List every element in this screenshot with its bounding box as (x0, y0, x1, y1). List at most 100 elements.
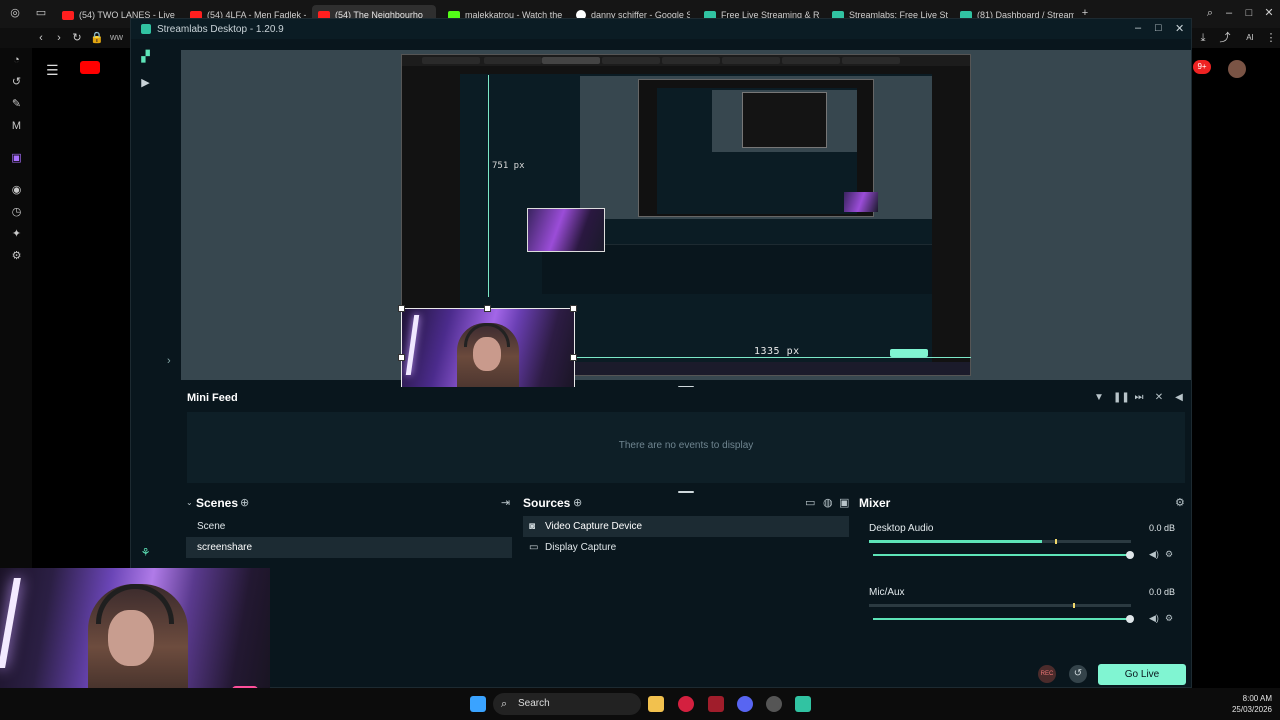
nested-screen-2 (638, 79, 878, 217)
notes-icon[interactable]: ✎ (10, 98, 23, 111)
minifeed-empty-text: There are no events to display (618, 440, 754, 451)
opera-icon[interactable] (678, 696, 694, 712)
file-explorer-icon[interactable] (648, 696, 664, 712)
obs-icon[interactable] (766, 696, 782, 712)
player-icon[interactable]: ◉ (10, 184, 23, 197)
resize-handle[interactable] (398, 305, 405, 312)
back-icon[interactable]: ‹ (34, 31, 48, 45)
search-icon[interactable]: ⌕ (1203, 6, 1217, 20)
resize-handle[interactable] (398, 354, 405, 361)
rec-button[interactable]: REC (1038, 665, 1056, 683)
play-icon[interactable]: ▶ (139, 77, 152, 90)
app-x-icon[interactable] (708, 696, 724, 712)
ai-icon[interactable]: AI (1238, 31, 1262, 45)
windows-start-icon[interactable] (470, 696, 486, 712)
source-item-selected[interactable]: ◙ Video Capture Device (523, 516, 849, 537)
pause-icon[interactable]: ❚❚ (1113, 392, 1130, 403)
clock-icon[interactable]: ◷ (10, 206, 23, 219)
taskbar-search[interactable]: ⌕ Search (493, 693, 641, 715)
editor-icon[interactable]: ▞ (139, 51, 152, 64)
volume-meter (869, 603, 1131, 608)
go-live-button[interactable]: Go Live (1098, 664, 1186, 685)
extensions-icon[interactable]: ✦ (10, 228, 23, 241)
streamlabs-window: Streamlabs Desktop - 1.20.9 – □ ✕ ▞ ▶ ⚘ … (130, 18, 1192, 688)
minimize-icon[interactable]: – (1135, 22, 1141, 34)
volume-icon[interactable]: ◀ (1173, 392, 1185, 403)
add-source-icon[interactable]: ⊕ (573, 496, 582, 509)
volume-meter-peak (1055, 539, 1057, 544)
address-bar[interactable]: ww (110, 32, 123, 42)
youtube-logo-icon[interactable] (80, 61, 100, 74)
nested-preview (580, 76, 932, 219)
volume-slider[interactable] (873, 618, 1131, 620)
taskbar-search-label: Search (518, 698, 550, 709)
messenger-icon[interactable]: ◔ (10, 54, 23, 67)
neon-light (405, 315, 420, 375)
hamburger-icon[interactable]: ☰ (46, 62, 59, 79)
twitch-icon[interactable]: ▣ (10, 152, 23, 165)
streamlabs-taskbar-icon[interactable] (795, 696, 811, 712)
resize-grip[interactable] (678, 491, 694, 493)
mute-alerts-icon[interactable]: ✕ (1153, 392, 1165, 403)
resize-handle[interactable] (570, 305, 577, 312)
minifeed-title: Mini Feed (187, 392, 238, 404)
chevron-down-icon[interactable]: ⌄ (186, 498, 193, 507)
scene-item[interactable]: Scene (186, 516, 512, 537)
avatar[interactable] (1228, 60, 1246, 78)
sources-panel: ◙ Video Capture Device ▭ Display Capture (522, 515, 850, 665)
resize-handle[interactable] (484, 305, 491, 312)
settings-icon[interactable]: ⚙ (10, 250, 23, 263)
mixer-settings-icon[interactable]: ⚙ (1175, 496, 1185, 509)
maximize-icon[interactable]: □ (1155, 22, 1162, 34)
monitor-icon: ▭ (529, 542, 539, 553)
reload-icon[interactable]: ↻ (70, 31, 84, 45)
close-icon[interactable]: ✕ (1262, 6, 1276, 20)
forward-icon[interactable]: › (52, 31, 66, 45)
app-titlebar: Streamlabs Desktop - 1.20.9 – □ ✕ (131, 19, 1191, 39)
volume-slider-knob[interactable] (1126, 615, 1134, 623)
minimize-icon[interactable]: – (1222, 6, 1236, 20)
mixer-title: Mixer (859, 496, 891, 510)
volume-slider[interactable] (873, 554, 1131, 556)
nested-golive (890, 349, 928, 357)
history-icon[interactable]: ↺ (10, 76, 23, 89)
scene-item-selected[interactable]: screenshare (186, 537, 512, 558)
guide-line (577, 357, 971, 358)
nested-tab (602, 57, 660, 64)
gear-icon[interactable]: ⚙ (1165, 549, 1173, 560)
scene-transition-icon[interactable]: ⇥ (501, 496, 510, 509)
lock-icon[interactable]: ◍ (823, 496, 833, 509)
source-settings-icon[interactable]: ▣ (839, 496, 849, 509)
replay-buffer-icon[interactable]: ↺ (1069, 665, 1087, 683)
speaker-icon[interactable]: ◀) (1149, 613, 1159, 624)
tab-search-icon[interactable]: ▭ (34, 6, 48, 20)
chevron-right-icon[interactable]: › (167, 355, 171, 367)
folder-icon[interactable]: ▭ (805, 496, 815, 509)
download-icon[interactable]: ⤓ (1196, 31, 1210, 45)
windows-taskbar: ⌕ Search 8:00 AM 25/03/2026 (0, 688, 1280, 720)
discord-icon[interactable] (737, 696, 753, 712)
skip-icon[interactable]: ⏭ (1133, 392, 1145, 403)
minifeed-panel: Mini Feed ▼ ❚❚ ⏭ ✕ ◀ There are no events… (181, 387, 1191, 485)
studio-mode-icon[interactable]: ⚘ (139, 547, 152, 560)
nested-streamlabs-2 (657, 88, 857, 214)
share-icon[interactable]: ⤴ (1218, 31, 1232, 45)
nested-tab (722, 57, 780, 64)
stream-preview[interactable]: 751 px 1335 px (181, 50, 1191, 409)
browser-menu-icon[interactable]: ◎ (8, 6, 22, 20)
volume-slider-knob[interactable] (1126, 551, 1134, 559)
speaker-icon[interactable]: ◀) (1149, 549, 1159, 560)
m-icon[interactable]: M (10, 120, 23, 133)
resize-handle[interactable] (570, 354, 577, 361)
source-item[interactable]: ▭ Display Capture (523, 537, 849, 558)
more-icon[interactable]: ⋮ (1264, 31, 1278, 45)
gear-icon[interactable]: ⚙ (1165, 613, 1173, 624)
maximize-icon[interactable]: □ (1242, 6, 1256, 20)
lock-icon: 🔒 (90, 32, 104, 44)
add-scene-icon[interactable]: ⊕ (240, 496, 249, 509)
volume-meter-fill (869, 540, 1042, 543)
close-icon[interactable]: ✕ (1175, 22, 1184, 35)
filter-icon[interactable]: ▼ (1093, 392, 1105, 403)
notification-badge[interactable]: 9+ (1193, 60, 1211, 74)
system-clock[interactable]: 8:00 AM 25/03/2026 (1232, 693, 1272, 715)
